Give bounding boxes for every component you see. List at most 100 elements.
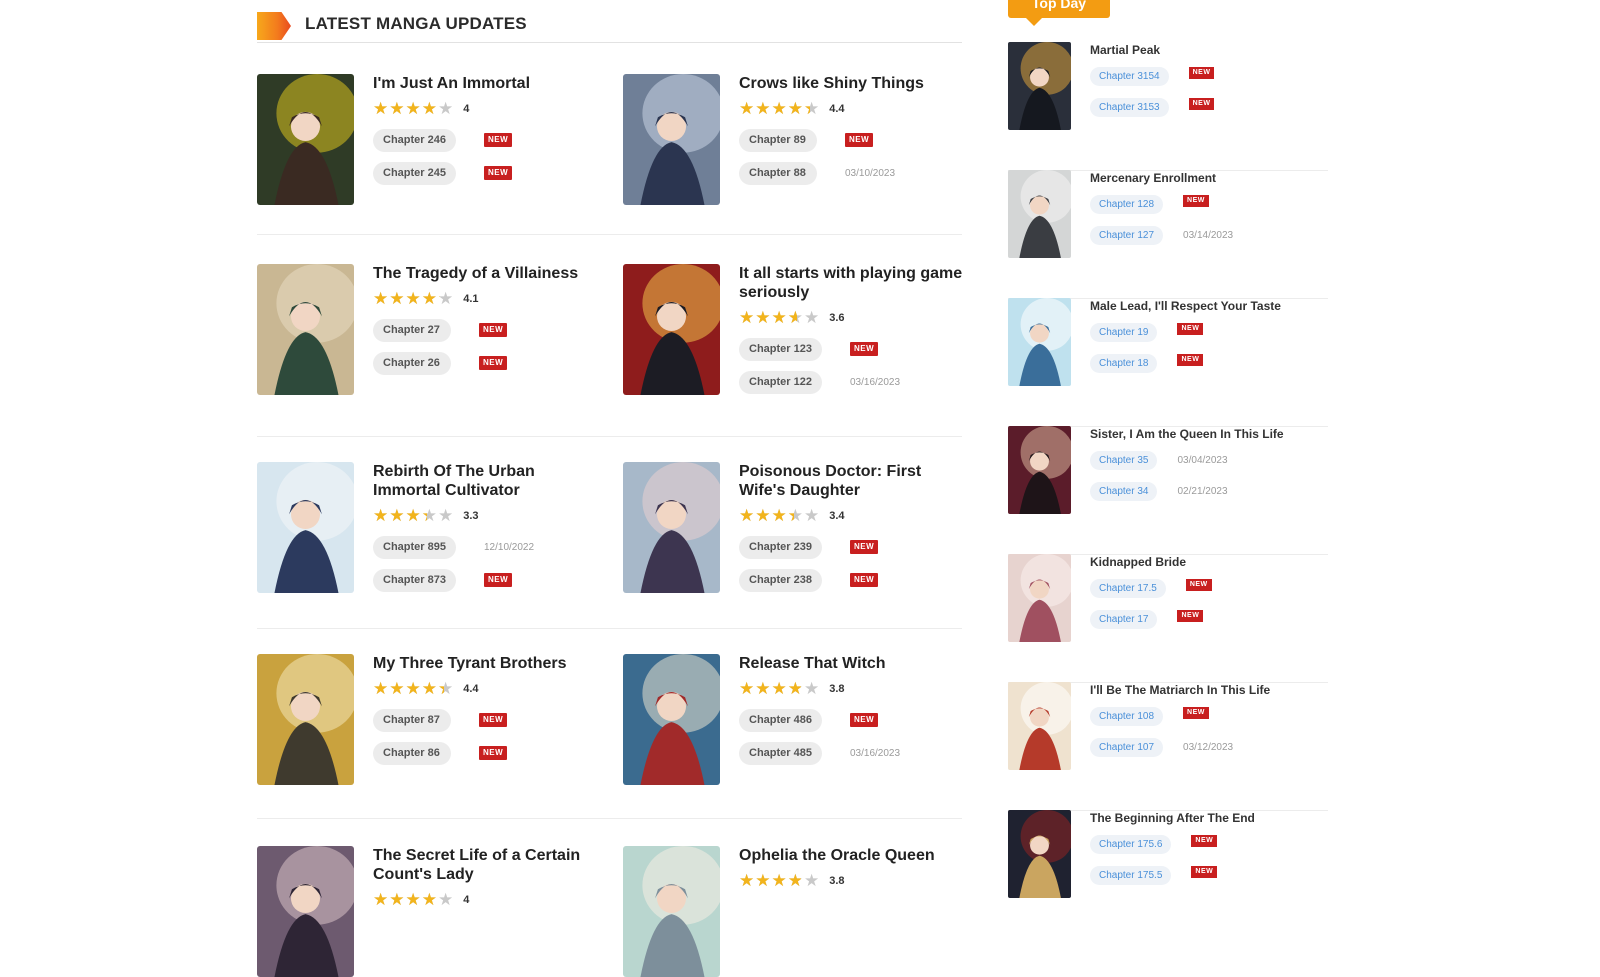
chapter-link[interactable]: Chapter 245	[373, 161, 456, 185]
new-badge: NEW	[483, 573, 513, 587]
chapter-link[interactable]: Chapter 485	[739, 741, 822, 765]
chapter-line: Chapter 3153 NEW	[1090, 97, 1326, 117]
manga-cover[interactable]	[623, 654, 720, 785]
manga-title[interactable]: I'll Be The Matriarch In This Life	[1090, 683, 1326, 697]
chapter-link[interactable]: Chapter 175.6	[1090, 834, 1172, 854]
chapter-link[interactable]: Chapter 486	[739, 708, 822, 732]
manga-title[interactable]: Poisonous Doctor: First Wife's Daughter	[739, 462, 967, 500]
chapter-link[interactable]: Chapter 895	[373, 535, 456, 559]
chapter-link[interactable]: Chapter 127	[1090, 225, 1164, 245]
chapter-link[interactable]: Chapter 175.5	[1090, 865, 1172, 885]
chapter-link[interactable]: Chapter 89	[739, 128, 817, 152]
star-rating-icon: ★★★★★★★★★★	[373, 506, 454, 526]
new-badge: NEW	[849, 573, 879, 587]
manga-info: Male Lead, I'll Respect Your Taste Chapte…	[1090, 298, 1326, 373]
manga-title[interactable]: The Secret Life of a Certain Count's Lad…	[373, 846, 601, 884]
manga-title[interactable]: My Three Tyrant Brothers	[373, 654, 601, 673]
manga-cover[interactable]	[1008, 810, 1071, 898]
manga-cover[interactable]	[257, 654, 354, 785]
manga-row: The Secret Life of a Certain Count's Lad…	[257, 846, 962, 977]
chapter-link[interactable]: Chapter 123	[739, 337, 822, 361]
manga-cover[interactable]	[623, 74, 720, 205]
manga-info: I'm Just An Immortal ★★★★★★★★★★ 4 Chapter 2…	[373, 74, 601, 185]
manga-title[interactable]: It all starts with playing game seriousl…	[739, 264, 967, 302]
manga-title[interactable]: Sister, I Am the Queen In This Life	[1090, 427, 1326, 441]
chapter-link[interactable]: Chapter 239	[739, 535, 822, 559]
manga-info: The Tragedy of a Villainess ★★★★★★★★★★ 4.1…	[373, 264, 601, 375]
manga-cover[interactable]	[623, 846, 720, 977]
chapter-link[interactable]: Chapter 26	[373, 351, 451, 375]
manga-cover[interactable]	[1008, 298, 1071, 386]
manga-title[interactable]: Rebirth Of The Urban Immortal Cultivator	[373, 462, 601, 500]
chapter-date: 03/04/2023	[1177, 454, 1228, 466]
chapter-date: 03/16/2023	[849, 376, 901, 388]
manga-title[interactable]: The Beginning After The End	[1090, 811, 1326, 825]
new-badge: NEW	[849, 540, 879, 554]
manga-cover[interactable]	[1008, 42, 1071, 130]
rating: ★★★★★★★★★★ 4	[373, 99, 601, 119]
chapter-link[interactable]: Chapter 27	[373, 318, 451, 342]
manga-cover[interactable]	[623, 462, 720, 593]
manga-cover[interactable]	[257, 264, 354, 395]
chapter-line: Chapter 107 03/12/2023	[1090, 737, 1326, 757]
top-day-item: Male Lead, I'll Respect Your Taste Chapte…	[1008, 298, 1328, 427]
chapter-link[interactable]: Chapter 3153	[1090, 97, 1169, 117]
manga-title[interactable]: Release That Witch	[739, 654, 967, 673]
manga-title[interactable]: Mercenary Enrollment	[1090, 171, 1326, 185]
manga-title[interactable]: I'm Just An Immortal	[373, 74, 601, 93]
chapter-link[interactable]: Chapter 86	[373, 741, 451, 765]
chapter-link[interactable]: Chapter 18	[1090, 353, 1158, 373]
rating-score: 3.3	[463, 510, 479, 522]
chapter-link[interactable]: Chapter 34	[1090, 481, 1158, 501]
tab-top-day[interactable]: Top Day	[1008, 0, 1110, 18]
chapter-line: Chapter 26 NEW	[373, 351, 601, 375]
chapter-date: 03/10/2023	[845, 167, 896, 179]
star-rating-icon: ★★★★★★★★★★	[373, 890, 454, 910]
chapter-link[interactable]: Chapter 873	[373, 568, 456, 592]
chapter-link[interactable]: Chapter 107	[1090, 737, 1164, 757]
chapter-line: Chapter 34 02/21/2023	[1090, 481, 1326, 501]
chapter-link[interactable]: Chapter 128	[1090, 194, 1164, 214]
chapter-link[interactable]: Chapter 35	[1090, 450, 1158, 470]
chapter-link[interactable]: Chapter 88	[739, 161, 817, 185]
manga-cover[interactable]	[1008, 170, 1071, 258]
chapter-link[interactable]: Chapter 122	[739, 370, 822, 394]
chapter-line: Chapter 27 NEW	[373, 318, 601, 342]
manga-title[interactable]: Male Lead, I'll Respect Your Taste	[1090, 299, 1326, 313]
star-filled-icon: ★★★★★	[373, 99, 438, 118]
manga-title[interactable]: Kidnapped Bride	[1090, 555, 1326, 569]
chapter-line: Chapter 175.6 NEW	[1090, 834, 1326, 854]
star-rating-icon: ★★★★★★★★★★	[739, 308, 820, 328]
chapter-link[interactable]: Chapter 19	[1090, 322, 1158, 342]
top-day-item: Mercenary Enrollment Chapter 128 NEW Chapte…	[1008, 170, 1328, 299]
chapter-line: Chapter 17 NEW	[1090, 609, 1326, 629]
star-rating-icon: ★★★★★★★★★★	[373, 289, 454, 309]
chapter-link[interactable]: Chapter 87	[373, 708, 451, 732]
manga-title[interactable]: Ophelia the Oracle Queen	[739, 846, 967, 865]
chapter-link[interactable]: Chapter 246	[373, 128, 456, 152]
manga-title[interactable]: Crows like Shiny Things	[739, 74, 967, 93]
manga-cover[interactable]	[1008, 682, 1071, 770]
manga-cover[interactable]	[257, 74, 354, 205]
top-day-item: I'll Be The Matriarch In This Life Chapte…	[1008, 682, 1328, 811]
manga-title[interactable]: Martial Peak	[1090, 43, 1326, 57]
rating: ★★★★★★★★★★ 3.8	[739, 679, 967, 699]
manga-cover[interactable]	[257, 846, 354, 977]
chapter-link[interactable]: Chapter 108	[1090, 706, 1164, 726]
manga-row: I'm Just An Immortal ★★★★★★★★★★4 Chapter 2…	[257, 74, 962, 235]
chapter-link[interactable]: Chapter 3154	[1090, 66, 1169, 86]
star-rating-icon: ★★★★★★★★★★	[739, 506, 820, 526]
chapter-date: 03/12/2023	[1183, 741, 1234, 753]
manga-cover[interactable]	[1008, 426, 1071, 514]
chapter-line: Chapter 35 03/04/2023	[1090, 450, 1326, 470]
manga-cover[interactable]	[1008, 554, 1071, 642]
manga-cover[interactable]	[623, 264, 720, 395]
latest-updates-section: LATEST MANGA UPDATES I'm Just An Immorta…	[257, 0, 962, 977]
chapter-link[interactable]: Chapter 238	[739, 568, 822, 592]
chapter-link[interactable]: Chapter 17.5	[1090, 578, 1166, 598]
manga-title[interactable]: The Tragedy of a Villainess	[373, 264, 601, 283]
manga-cover[interactable]	[257, 462, 354, 593]
star-filled-icon: ★★★★★	[739, 99, 810, 118]
chapter-link[interactable]: Chapter 17	[1090, 609, 1158, 629]
manga-info: Martial Peak Chapter 3154 NEW Chapter 3153 N…	[1090, 42, 1326, 117]
